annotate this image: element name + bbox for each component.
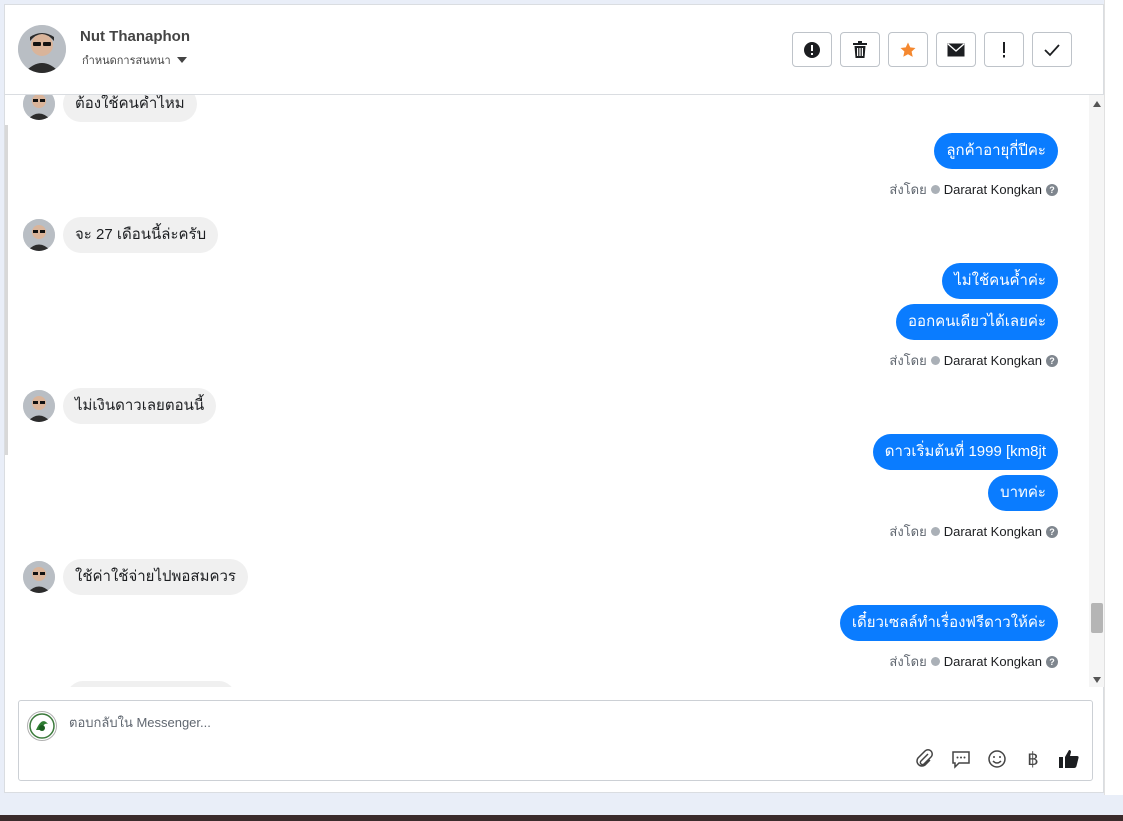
assign-conversation-dropdown[interactable]: กำหนดการสนทนา (82, 51, 187, 69)
incoming-message-row: ต้องใช้คนค้ำไหม (23, 95, 197, 122)
agent-name: Dararat Kongkan (943, 182, 1042, 197)
agent-name: Dararat Kongkan (943, 524, 1042, 539)
contact-avatar-small (23, 561, 55, 593)
contact-avatar[interactable] (18, 25, 66, 73)
alert-circle-icon (804, 41, 820, 58)
partial-incoming-message (67, 681, 235, 687)
spam-button[interactable] (792, 32, 832, 67)
delete-button[interactable] (840, 32, 880, 67)
mark-unread-button[interactable] (936, 32, 976, 67)
thread-scrollbar[interactable] (1089, 95, 1105, 687)
conversation-header: Nut Thanaphon กำหนดการสนทนา (5, 5, 1103, 95)
reply-composer: ฿ (18, 700, 1093, 781)
help-icon[interactable]: ? (1046, 354, 1058, 367)
outgoing-message: บาทค่ะ (988, 475, 1058, 511)
envelope-icon (947, 42, 965, 56)
right-gutter (1104, 0, 1123, 795)
sent-by-prefix: ส่งโดย (889, 524, 927, 539)
incoming-message: จะ 27 เดือนนี้ล่ะครับ (63, 217, 219, 253)
verified-icon (930, 356, 940, 365)
exclamation-icon (1003, 41, 1005, 57)
incoming-message: ต้องใช้คนค้ำไหม (63, 95, 197, 122)
incoming-message-row: ใช้ค่าใช้จ่ายไปพอสมควร (23, 559, 248, 595)
trash-icon (853, 40, 867, 58)
help-icon[interactable]: ? (1046, 655, 1058, 668)
verified-icon (930, 527, 940, 536)
baht-icon[interactable]: ฿ (1022, 748, 1044, 770)
conversation-actions (792, 32, 1072, 67)
assign-label: กำหนดการสนทนา (82, 55, 171, 67)
contact-avatar-small (23, 219, 55, 251)
sent-by-meta: ส่งโดย Dararat Kongkan ? (889, 179, 1058, 200)
star-icon (900, 42, 916, 57)
follow-up-button[interactable] (984, 32, 1024, 67)
done-button[interactable] (1032, 32, 1072, 67)
message-thread[interactable]: ต้องใช้คนค้ำไหม ลูกค้าอายุกี่ปีคะ ส่งโดย… (5, 95, 1089, 687)
sent-by-meta: ส่งโดย Dararat Kongkan ? (889, 521, 1058, 542)
verified-icon (930, 185, 940, 194)
scroll-down-arrow-icon[interactable] (1093, 677, 1101, 683)
incoming-message-row: จะ 27 เดือนนี้ล่ะครับ (23, 217, 219, 253)
outgoing-message: ไม่ใช้คนค้ำค่ะ (942, 263, 1058, 299)
contact-name: Nut Thanaphon (80, 28, 190, 45)
sent-by-prefix: ส่งโดย (889, 353, 927, 368)
sent-by-prefix: ส่งโดย (889, 654, 927, 669)
help-icon[interactable]: ? (1046, 183, 1058, 196)
outgoing-message: ลูกค้าอายุกี่ปีคะ (934, 133, 1058, 169)
thumbs-up-icon[interactable] (1058, 748, 1080, 770)
emoji-icon[interactable] (986, 748, 1008, 770)
reply-input[interactable] (67, 714, 771, 731)
scroll-up-arrow-icon[interactable] (1093, 101, 1101, 107)
outgoing-message: เดี๋ยวเซลล์ทำเรื่องฟรีดาวให้ค่ะ (839, 605, 1058, 641)
outgoing-message: ดาวเริ่มต้นที่ 1999 [km8jt (872, 434, 1058, 470)
caret-down-icon (176, 57, 187, 63)
composer-tools: ฿ (914, 748, 1080, 770)
sent-by-meta: ส่งโดย Dararat Kongkan ? (889, 651, 1058, 672)
conversation-panel: Nut Thanaphon กำหนดการสนทนา ต้องใช้คนค้ำ… (4, 4, 1105, 793)
sent-by-prefix: ส่งโดย (889, 182, 927, 197)
scroll-thumb[interactable] (1091, 603, 1103, 633)
agent-name: Dararat Kongkan (943, 353, 1042, 368)
contact-avatar-small (23, 95, 55, 120)
contact-avatar-small (23, 390, 55, 422)
page-logo-icon (27, 711, 57, 741)
incoming-message: ใช้ค่าใช้จ่ายไปพอสมควร (63, 559, 248, 595)
incoming-message: ไม่เงินดาวเลยตอนนี้ (63, 388, 217, 424)
quick-reply-icon[interactable] (950, 748, 972, 770)
incoming-message-row: ไม่เงินดาวเลยตอนนี้ (23, 388, 217, 424)
verified-icon (930, 657, 940, 666)
taskbar-strip (0, 815, 1123, 821)
thread-left-edge (5, 125, 8, 455)
outgoing-message: ออกคนเดียวได้เลยค่ะ (896, 304, 1058, 340)
star-button[interactable] (888, 32, 928, 67)
sent-by-meta: ส่งโดย Dararat Kongkan ? (889, 350, 1058, 371)
paperclip-icon[interactable] (914, 748, 936, 770)
check-icon (1044, 43, 1060, 56)
agent-name: Dararat Kongkan (943, 654, 1042, 669)
help-icon[interactable]: ? (1046, 525, 1058, 538)
